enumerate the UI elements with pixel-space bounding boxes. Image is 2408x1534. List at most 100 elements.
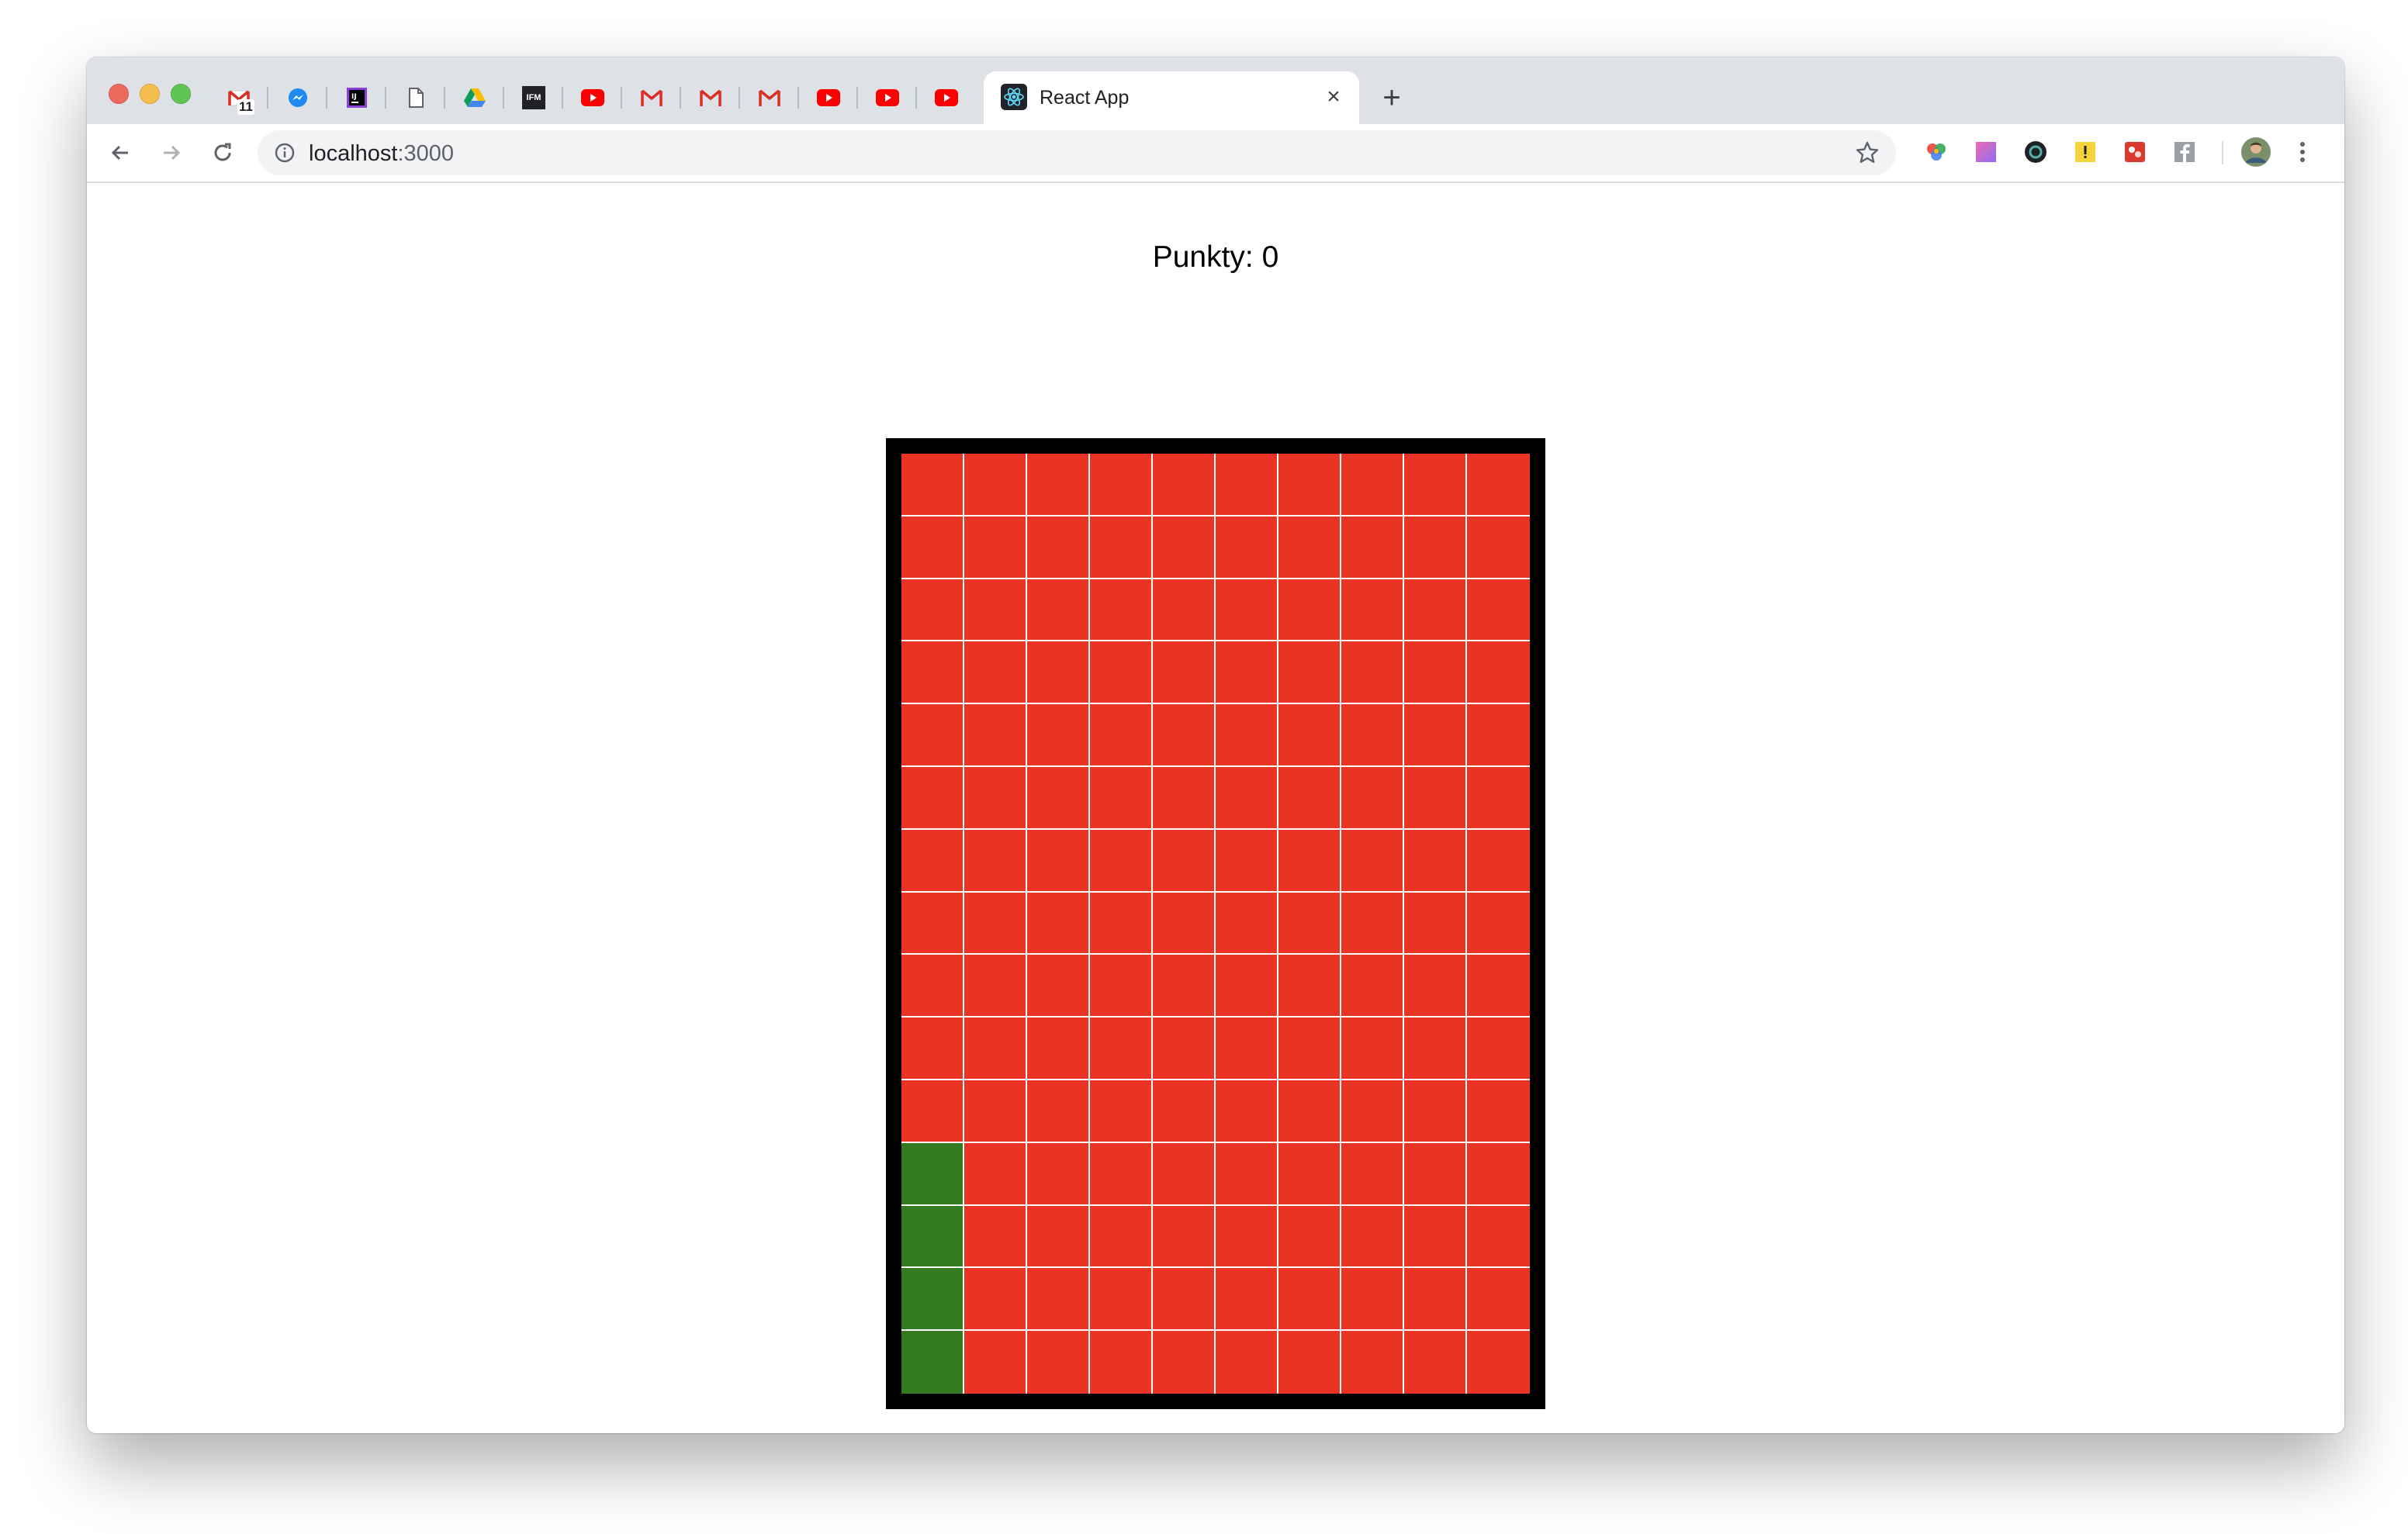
gmail-tab-2[interactable]	[622, 81, 681, 115]
grid-cell[interactable]	[964, 1080, 1027, 1143]
grid-cell[interactable]	[1278, 892, 1341, 955]
tab-react-app[interactable]: React App ×	[984, 71, 1359, 124]
gmail-tab-4[interactable]	[740, 81, 799, 115]
grid-cell[interactable]	[1341, 1017, 1404, 1080]
grid-cell[interactable]	[964, 1205, 1027, 1269]
grid-cell[interactable]	[1090, 767, 1153, 830]
grid-cell[interactable]	[901, 767, 964, 830]
grid-cell[interactable]	[1027, 955, 1090, 1018]
grid-cell[interactable]	[964, 1017, 1027, 1080]
grid-cell[interactable]	[1153, 516, 1216, 579]
grid-cell[interactable]	[1467, 1205, 1530, 1269]
grid-cell[interactable]	[1027, 516, 1090, 579]
grid-cell[interactable]	[901, 829, 964, 893]
grid-cell[interactable]	[964, 579, 1027, 642]
reload-button[interactable]	[205, 135, 240, 171]
grid-cell[interactable]	[1216, 1080, 1278, 1143]
grid-cell[interactable]	[1027, 829, 1090, 893]
grid-cell[interactable]	[1027, 1017, 1090, 1080]
grid-cell[interactable]	[1278, 1205, 1341, 1269]
grid-cell[interactable]	[1278, 1017, 1341, 1080]
grid-cell[interactable]	[1153, 829, 1216, 893]
grid-cell[interactable]	[1090, 892, 1153, 955]
grid-cell[interactable]	[964, 829, 1027, 893]
grid-cell[interactable]	[1341, 892, 1404, 955]
grid-cell[interactable]	[1216, 767, 1278, 830]
grid-cell[interactable]	[1027, 704, 1090, 767]
grid-cell[interactable]	[1027, 454, 1090, 517]
grid-cell[interactable]	[1153, 892, 1216, 955]
youtube-tab-4[interactable]	[917, 81, 976, 115]
grid-cell[interactable]	[1153, 1017, 1216, 1080]
grid-cell[interactable]	[1404, 641, 1467, 705]
messenger-tab[interactable]	[268, 81, 327, 115]
grid-cell-filled[interactable]	[901, 1331, 964, 1394]
grid-cell[interactable]	[1341, 955, 1404, 1018]
grid-cell[interactable]	[1341, 516, 1404, 579]
grid-cell[interactable]	[964, 516, 1027, 579]
grid-cell[interactable]	[1404, 579, 1467, 642]
grid-cell[interactable]	[1153, 1331, 1216, 1394]
gmail-tab-3[interactable]	[681, 81, 740, 115]
grid-cell[interactable]	[1341, 454, 1404, 517]
avatar[interactable]	[2240, 136, 2271, 168]
grid-cell[interactable]	[1216, 579, 1278, 642]
new-tab-button[interactable]: +	[1375, 81, 1409, 115]
back-button[interactable]	[102, 135, 138, 171]
grid-cell[interactable]	[1404, 767, 1467, 830]
grid-cell[interactable]	[1341, 1268, 1404, 1332]
address-bar[interactable]: localhost:3000	[258, 130, 1896, 175]
grid-cell[interactable]	[1467, 579, 1530, 642]
gmail-tab[interactable]: 11	[209, 81, 268, 115]
grid-cell[interactable]	[1404, 1205, 1467, 1269]
grid-cell[interactable]	[1404, 516, 1467, 579]
game-board[interactable]	[886, 438, 1545, 1409]
youtube-tab-2[interactable]	[799, 81, 858, 115]
grid-cell[interactable]	[964, 955, 1027, 1018]
grid-cell[interactable]	[964, 767, 1027, 830]
grid-cell[interactable]	[1278, 1142, 1341, 1206]
grid-cell[interactable]	[1341, 829, 1404, 893]
color-wheel-extension[interactable]	[1922, 138, 1950, 166]
grid-cell[interactable]	[1027, 1080, 1090, 1143]
grid-cell[interactable]	[1216, 1142, 1278, 1206]
grid-cell[interactable]	[1153, 704, 1216, 767]
grid-cell[interactable]	[1404, 704, 1467, 767]
grid-cell[interactable]	[1216, 1331, 1278, 1394]
grid-cell[interactable]	[1278, 454, 1341, 517]
grid-cell[interactable]	[1153, 955, 1216, 1018]
grid-cell[interactable]	[1341, 1080, 1404, 1143]
grid-cell[interactable]	[1216, 1268, 1278, 1332]
grid-cell[interactable]	[1153, 1268, 1216, 1332]
grid-cell[interactable]	[964, 1268, 1027, 1332]
grid-cell[interactable]	[1153, 579, 1216, 642]
grid-cell[interactable]	[1404, 955, 1467, 1018]
facebook-extension[interactable]	[2171, 138, 2199, 166]
grid-cell[interactable]	[1027, 1331, 1090, 1394]
grid-cell[interactable]	[1341, 704, 1404, 767]
grid-cell[interactable]	[1278, 955, 1341, 1018]
info-icon[interactable]	[273, 141, 296, 164]
grid-cell[interactable]	[1467, 1331, 1530, 1394]
grid-cell[interactable]	[1090, 1205, 1153, 1269]
grid-cell[interactable]	[1278, 1080, 1341, 1143]
grid-cell[interactable]	[1404, 1268, 1467, 1332]
grid-cell[interactable]	[1090, 579, 1153, 642]
grid-cell[interactable]	[1216, 829, 1278, 893]
grid-cell[interactable]	[1027, 1142, 1090, 1206]
grid-cell[interactable]	[1090, 1142, 1153, 1206]
grid-cell[interactable]	[1216, 892, 1278, 955]
grid-cell[interactable]	[901, 1080, 964, 1143]
grid-cell-filled[interactable]	[901, 1205, 964, 1269]
grid-cell[interactable]	[1278, 829, 1341, 893]
youtube-tab-3[interactable]	[858, 81, 917, 115]
document-tab[interactable]	[386, 81, 445, 115]
grid-cell[interactable]	[1467, 516, 1530, 579]
grid-cell[interactable]	[1090, 454, 1153, 517]
grid-cell[interactable]	[1090, 1268, 1153, 1332]
grid-cell[interactable]	[1090, 516, 1153, 579]
grid-cell[interactable]	[901, 579, 964, 642]
grid-cell[interactable]	[1278, 1268, 1341, 1332]
grid-cell[interactable]	[1341, 641, 1404, 705]
grid-cell[interactable]	[1216, 516, 1278, 579]
